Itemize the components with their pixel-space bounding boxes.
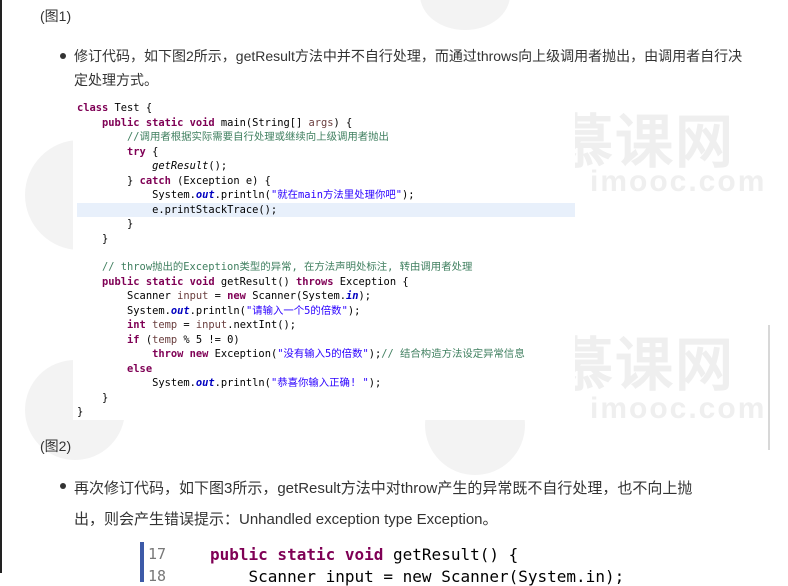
paragraph-1-line-1: 修订代码，如下图2所示，getResult方法中并不自行处理，而通过throws…: [74, 48, 743, 64]
scroll-indicator: [768, 325, 770, 450]
code-line-19: else: [127, 363, 153, 375]
snippet-line-2: Scanner input = new Scanner(System.in);: [210, 567, 625, 586]
code-line-1: class Test {: [77, 102, 153, 114]
bullet-marker: [60, 483, 66, 489]
code-figure-3-snippet: 17 18 public static void getResult() { S…: [140, 542, 624, 586]
code-line-13: public static void getResult() throws Ex…: [102, 276, 409, 288]
code-line-16: int temp = input.nextInt();: [127, 319, 297, 331]
code-line-17: if (temp % 5 != 0): [127, 334, 240, 346]
line-number-18: 18: [148, 567, 167, 585]
code-line-10: }: [77, 233, 109, 245]
code-line-5: getResult();: [152, 160, 228, 172]
watermark-logo-top: [420, 0, 510, 30]
editor-gutter-marker: [140, 542, 144, 582]
figure-1-caption: (图1): [40, 8, 72, 24]
paragraph-2: 再次修订代码，如下图3所示，getResult方法中对throw产生的异常既不自…: [74, 473, 692, 535]
watermark-sub-top: imooc.com: [590, 165, 767, 198]
watermark-text-top: 慕课网: [555, 110, 736, 175]
paragraph-2-line-2: 出，则会产生错误提示：Unhandled exception type Exce…: [74, 511, 498, 528]
paragraph-1: 修订代码，如下图2所示，getResult方法中并不自行处理，而通过throws…: [74, 44, 742, 92]
watermark-text-bottom: 慕课网: [555, 333, 736, 398]
code-line-6: } catch (Exception e) {: [77, 175, 271, 187]
left-border: [0, 0, 2, 573]
code-line-18: throw new Exception("没有输入5的倍数");// 结合构造方…: [152, 348, 525, 360]
code-line-15: System.out.println("请输入一个5的倍数");: [77, 305, 361, 317]
code-line-7: System.out.println("就在main方法里处理你吧");: [77, 189, 415, 201]
code-figure-2: class Test { public static void main(Str…: [73, 100, 575, 420]
code-line-14: Scanner input = new Scanner(System.in);: [77, 290, 372, 302]
code-line-22: }: [77, 406, 84, 418]
code-line-12: // throw抛出的Exception类型的异常, 在方法声明处标注, 转由调…: [77, 261, 473, 273]
snippet-line-1: public static void getResult() {: [210, 545, 519, 564]
code-line-9: }: [77, 218, 134, 230]
watermark-sub-bottom: imooc.com: [590, 392, 767, 425]
code-line-20: System.out.println("恭喜你输入正确! ");: [77, 377, 382, 389]
figure-2-caption: (图2): [40, 438, 72, 454]
paragraph-1-line-2: 定处理方式。: [74, 72, 158, 88]
code-line-4: try {: [127, 146, 159, 158]
code-line-8: e.printStackTrace();: [77, 204, 278, 216]
code-line-21: }: [77, 392, 109, 404]
paragraph-2-line-1: 再次修订代码，如下图3所示，getResult方法中对throw产生的异常既不自…: [74, 480, 693, 497]
line-number-17: 17: [148, 545, 167, 563]
bullet-marker: [60, 53, 66, 59]
code-line-3: //调用者根据实际需要自行处理或继续向上级调用者抛出: [77, 131, 389, 143]
code-line-2: public static void main(String[] args) {: [102, 117, 353, 129]
